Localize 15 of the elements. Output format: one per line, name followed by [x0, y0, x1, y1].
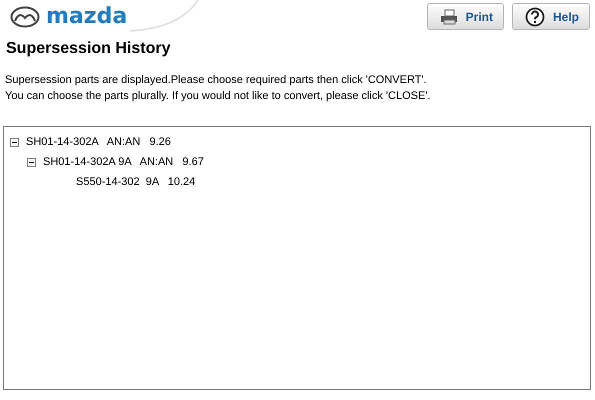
header-swoosh	[130, 0, 199, 32]
collapse-icon[interactable]	[27, 158, 36, 166]
help-button[interactable]: Help	[512, 3, 590, 30]
tree-item[interactable]: S550-14-302 9A 10.24	[76, 176, 196, 188]
logo-icon	[10, 6, 40, 28]
tree-item[interactable]: SH01-14-302A 9A AN:AN 9.67	[43, 156, 204, 168]
help-icon	[524, 6, 545, 26]
print-button[interactable]: Print	[426, 3, 504, 30]
tree-item[interactable]: SH01-14-302A AN:AN 9.26	[26, 136, 171, 148]
page-title: Supersession History	[6, 40, 172, 58]
collapse-icon[interactable]	[10, 138, 19, 146]
logo-wordmark: mazda	[46, 6, 128, 28]
instruction-text: You can choose the parts plurally. If you would not like to convert, please click 'CLOSE'.	[5, 89, 430, 104]
instruction-text: Supersession parts are displayed.Please choose required parts then click 'CONVERT'.	[5, 73, 427, 88]
printer-icon	[440, 8, 458, 24]
